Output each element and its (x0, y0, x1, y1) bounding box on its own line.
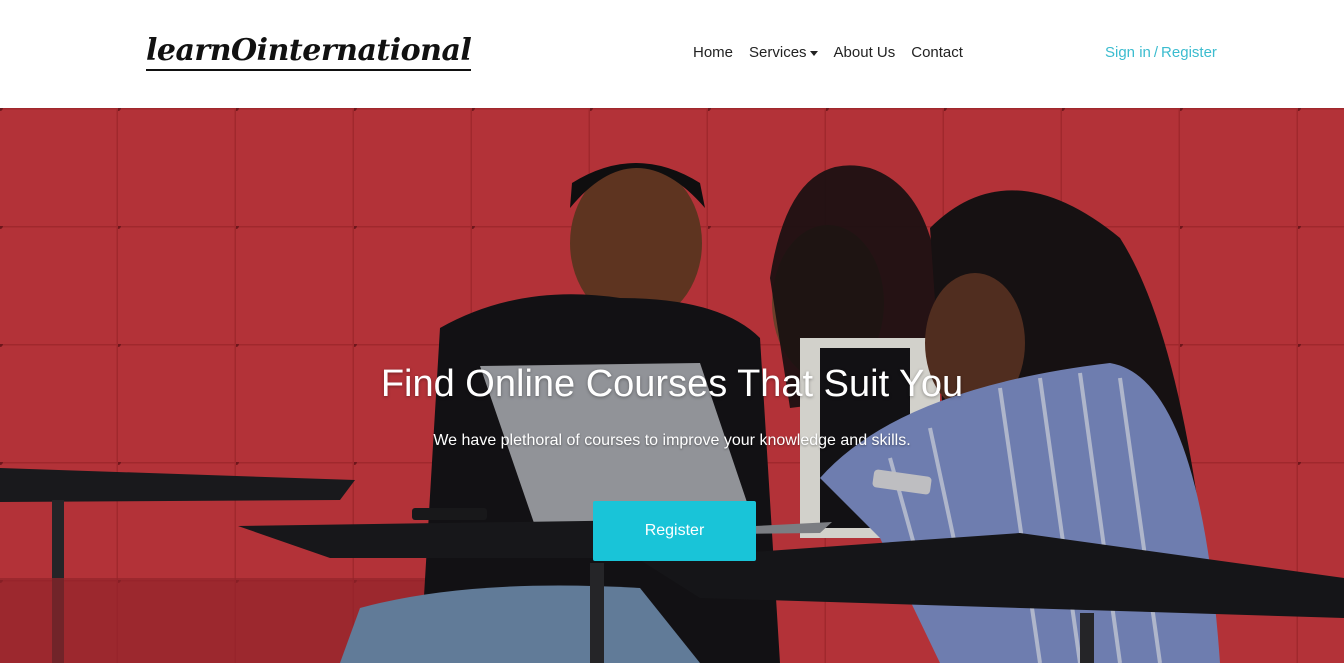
register-button[interactable]: Register (593, 501, 756, 561)
navbar: learnOinternational Home Services About … (0, 0, 1344, 108)
register-link[interactable]: Register (1161, 44, 1217, 61)
hero-subtitle: We have plethoral of courses to improve … (433, 432, 911, 449)
nav-home[interactable]: Home (693, 44, 733, 61)
nav-menu: Home Services About Us Contact (693, 44, 963, 61)
nav-contact[interactable]: Contact (911, 44, 963, 61)
nav-services-label: Services (749, 44, 807, 61)
auth-separator: / (1153, 44, 1159, 61)
caret-down-icon (809, 50, 818, 56)
hero-banner: Find Online Courses That Suit You We hav… (0, 108, 1344, 663)
nav-about[interactable]: About Us (834, 44, 896, 61)
nav-services[interactable]: Services (749, 44, 818, 61)
auth-links: Sign in / Register (1105, 44, 1217, 61)
sign-in-link[interactable]: Sign in (1105, 44, 1151, 61)
hero-title: Find Online Courses That Suit You (380, 363, 964, 405)
brand-logo[interactable]: learnOinternational (146, 34, 472, 71)
